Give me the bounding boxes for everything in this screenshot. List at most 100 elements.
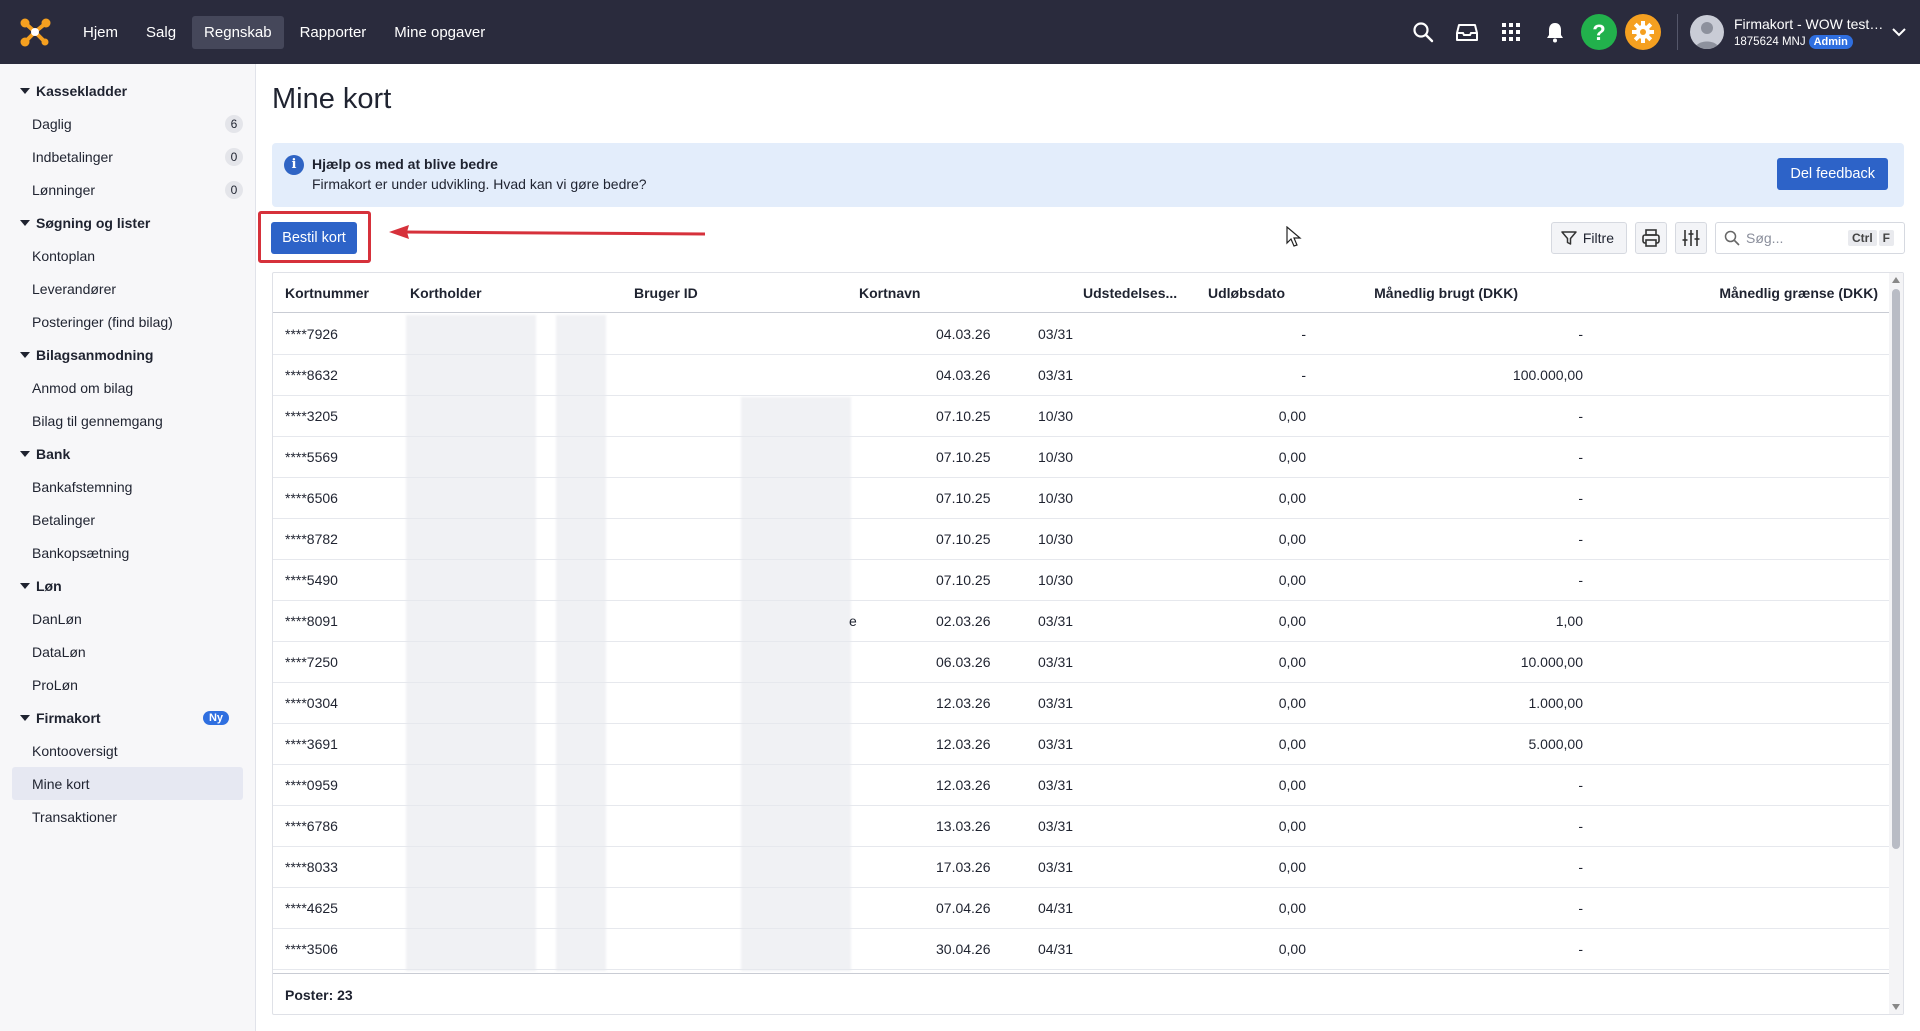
chevron-down-icon[interactable] — [1884, 17, 1914, 47]
sidebar-item-prolon[interactable]: ProLøn — [12, 668, 243, 701]
page-title: Mine kort — [272, 83, 392, 115]
sidebar-item-mine-kort[interactable]: Mine kort — [12, 767, 243, 800]
table-row[interactable]: ****7250 06.03.26 03/31 0,00 10.000,00 — [273, 642, 1890, 683]
table-row[interactable]: ****3205 07.10.25 10/30 0,00 - — [273, 396, 1890, 437]
apps-grid-icon[interactable] — [1496, 17, 1526, 47]
nav-rapporter[interactable]: Rapporter — [288, 16, 379, 49]
col-kortnavn[interactable]: Kortnavn — [859, 273, 1009, 313]
help-icon[interactable]: ? — [1581, 14, 1617, 50]
top-bar: Hjem Salg Regnskab Rapporter Mine opgave… — [0, 0, 1920, 64]
table-row[interactable]: ****5490 07.10.25 10/30 0,00 - — [273, 560, 1890, 601]
print-button[interactable] — [1635, 222, 1667, 254]
sidebar-item-bankopsaetning[interactable]: Bankopsætning — [12, 536, 243, 569]
section-title: Bilagsanmodning — [36, 346, 154, 363]
col-udstedelsesdato[interactable]: Udstedelses... — [1083, 273, 1183, 313]
app-logo-icon[interactable] — [17, 14, 53, 50]
cell-udstedelsesdato: 04.03.26 — [936, 367, 991, 383]
cell-kortnavn: e — [849, 613, 857, 629]
table-row[interactable]: ****7926 04.03.26 03/31 - - — [273, 314, 1890, 355]
sidebar-item-label: Bankafstemning — [32, 478, 133, 495]
table-row[interactable]: ****8632 04.03.26 03/31 - 100.000,00 — [273, 355, 1890, 396]
sidebar-item-anmod-om-bilag[interactable]: Anmod om bilag — [12, 371, 243, 404]
sidebar-section-bank[interactable]: Bank — [0, 437, 255, 470]
cell-udlobsdato: 03/31 — [1038, 326, 1074, 342]
col-kortnummer[interactable]: Kortnummer — [285, 273, 380, 313]
share-feedback-button[interactable]: Del feedback — [1777, 158, 1888, 190]
sidebar-section-kassekladder[interactable]: Kassekladder — [0, 74, 255, 107]
table-row[interactable]: ****6506 07.10.25 10/30 0,00 - — [273, 478, 1890, 519]
cell-kortnummer: ****6506 — [285, 490, 338, 506]
nav-salg[interactable]: Salg — [134, 16, 188, 49]
filter-label: Filtre — [1582, 230, 1614, 246]
table-row[interactable]: ****0959 12.03.26 03/31 0,00 - — [273, 765, 1890, 806]
table-row[interactable]: ****4625 07.04.26 04/31 0,00 - — [273, 888, 1890, 929]
cell-udstedelsesdato: 30.04.26 — [936, 941, 991, 957]
cell-udstedelsesdato: 17.03.26 — [936, 859, 991, 875]
table-row[interactable]: ****0304 12.03.26 03/31 0,00 1.000,00 — [273, 683, 1890, 724]
sidebar-item-daglig[interactable]: Daglig 6 — [12, 107, 243, 140]
col-bruger-id[interactable]: Bruger ID — [634, 273, 784, 313]
table-row[interactable]: ****5569 07.10.25 10/30 0,00 - — [273, 437, 1890, 478]
sidebar-item-datalon[interactable]: DataLøn — [12, 635, 243, 668]
cell-kortnummer: ****7926 — [285, 326, 338, 342]
user-avatar[interactable] — [1690, 15, 1724, 49]
sidebar-item-transaktioner[interactable]: Transaktioner — [12, 800, 243, 833]
count-badge: 0 — [225, 147, 243, 166]
cell-udlobsdato: 03/31 — [1038, 818, 1074, 834]
search-icon[interactable] — [1408, 17, 1438, 47]
col-maanedlig-brugt[interactable]: Månedlig brugt (DKK) — [1358, 273, 1518, 313]
mouse-cursor-icon — [1286, 226, 1302, 247]
sidebar-section-firmakort[interactable]: Firmakort Ny — [0, 701, 255, 734]
col-kortholder[interactable]: Kortholder — [410, 273, 560, 313]
sidebar-item-posteringer[interactable]: Posteringer (find bilag) — [12, 305, 243, 338]
sidebar-item-label: Bilag til gennemgang — [32, 412, 163, 429]
sidebar-item-betalinger[interactable]: Betalinger — [12, 503, 243, 536]
order-card-button[interactable]: Bestil kort — [271, 222, 357, 254]
column-settings-button[interactable] — [1675, 222, 1707, 254]
table-row[interactable]: ****8033 17.03.26 03/31 0,00 - — [273, 847, 1890, 888]
cell-maanedlig-brugt: 0,00 — [1278, 531, 1306, 547]
section-title: Firmakort — [36, 709, 101, 726]
scrollbar-thumb[interactable] — [1892, 289, 1900, 849]
filter-button[interactable]: Filtre — [1550, 222, 1627, 254]
col-udlobsdato[interactable]: Udløbsdato — [1208, 273, 1358, 313]
table-row[interactable]: ****8782 07.10.25 10/30 0,00 - — [273, 519, 1890, 560]
table-row[interactable]: ****3506 30.04.26 04/31 0,00 - — [273, 929, 1890, 970]
sidebar-item-label: Bankopsætning — [32, 544, 130, 561]
nav-hjem[interactable]: Hjem — [71, 16, 130, 49]
sidebar-item-leverandorer[interactable]: Leverandører — [12, 272, 243, 305]
table-scrollbar[interactable] — [1889, 273, 1903, 1014]
sidebar-item-bankafstemning[interactable]: Bankafstemning — [12, 470, 243, 503]
sliders-icon — [1682, 230, 1700, 246]
sidebar-section-bilagsanmodning[interactable]: Bilagsanmodning — [0, 338, 255, 371]
cell-kortnummer: ****3506 — [285, 941, 338, 957]
nav-regnskab[interactable]: Regnskab — [192, 15, 284, 49]
table-row[interactable]: ****8091 e 02.03.26 03/31 0,00 1,00 — [273, 601, 1890, 642]
table-row[interactable]: ****3691 12.03.26 03/31 0,00 5.000,00 — [273, 724, 1890, 765]
account-switcher[interactable]: Firmakort - WOW test ... 1875624 MNJ Adm… — [1734, 16, 1884, 49]
search-field[interactable]: Ctrl F — [1715, 222, 1905, 254]
section-title: Bank — [36, 445, 71, 462]
sidebar-item-kontooversigt[interactable]: Kontooversigt — [12, 734, 243, 767]
bell-icon[interactable] — [1540, 17, 1570, 47]
cell-maanedlig-brugt: - — [1301, 326, 1306, 342]
sidebar-item-label: Lønninger — [32, 181, 96, 198]
cell-udstedelsesdato: 07.04.26 — [936, 900, 991, 916]
sidebar-item-bilag-til-gennemgang[interactable]: Bilag til gennemgang — [12, 404, 243, 437]
sidebar-item-kontoplan[interactable]: Kontoplan — [12, 239, 243, 272]
search-input[interactable] — [1746, 230, 1846, 246]
cell-udstedelsesdato: 04.03.26 — [936, 326, 991, 342]
sidebar-item-lonninger[interactable]: Lønninger 0 — [12, 173, 243, 206]
scroll-up-icon[interactable] — [1892, 277, 1900, 283]
table-footer: Poster: 23 — [273, 973, 1890, 1014]
sidebar-item-danlon[interactable]: DanLøn — [12, 602, 243, 635]
scroll-down-icon[interactable] — [1892, 1004, 1900, 1010]
table-row[interactable]: ****6786 13.03.26 03/31 0,00 - — [273, 806, 1890, 847]
col-maanedlig-graense[interactable]: Månedlig grænse (DKK) — [1633, 273, 1878, 313]
sidebar-item-indbetalinger[interactable]: Indbetalinger 0 — [12, 140, 243, 173]
sidebar-section-lon[interactable]: Løn — [0, 569, 255, 602]
nav-mine-opgaver[interactable]: Mine opgaver — [382, 16, 497, 49]
sidebar-section-sogning[interactable]: Søgning og lister — [0, 206, 255, 239]
settings-gear-icon[interactable] — [1625, 14, 1661, 50]
inbox-icon[interactable] — [1452, 17, 1482, 47]
